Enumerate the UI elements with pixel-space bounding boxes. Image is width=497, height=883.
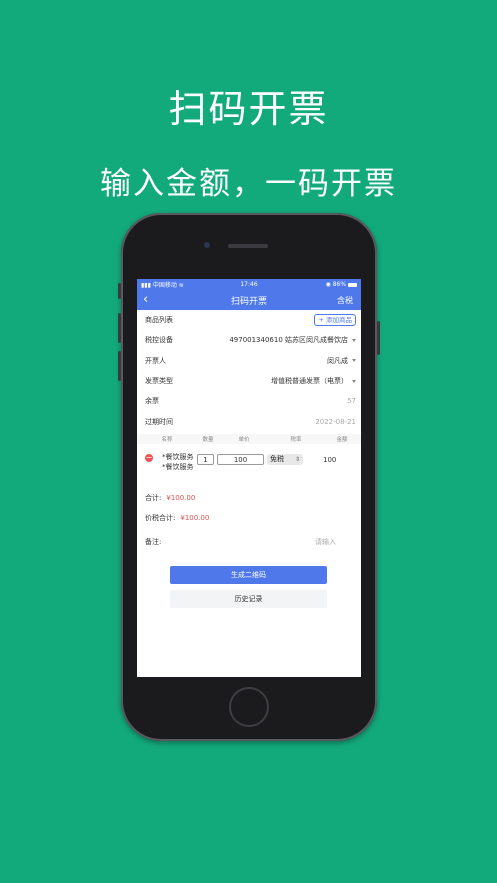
remark-label: 备注: xyxy=(145,537,162,546)
issuer-value: 闵凡成 xyxy=(327,356,348,365)
chevron-down-icon xyxy=(352,359,356,363)
promo-subtitle: 输入金额，一码开票 xyxy=(100,166,397,202)
item-amount: 100 xyxy=(323,455,337,464)
total-with-tax-label: 价税合计: xyxy=(145,513,176,522)
expiry-row: 过期时间 2022-08-21 xyxy=(137,411,361,431)
col-quantity: 数量 xyxy=(202,436,214,443)
quantity-input[interactable]: 1 xyxy=(197,453,214,465)
status-time: 17:46 xyxy=(240,281,258,288)
total-label: 合计: xyxy=(145,493,162,502)
issuer-label: 开票人 xyxy=(145,356,166,365)
remaining-row: 余票 57 xyxy=(137,391,361,411)
tax-rate-select[interactable]: 免税 ⇕ xyxy=(267,453,303,465)
invoice-type-row[interactable]: 发票类型 增值税普通发票（电票） xyxy=(137,371,361,391)
remaining-value: 57 xyxy=(347,397,356,406)
col-unit-price: 单价 xyxy=(238,436,250,443)
expiry-label: 过期时间 xyxy=(145,417,173,426)
chevron-down-icon xyxy=(352,379,356,383)
total-row: 合计: ¥100.00 xyxy=(137,488,361,508)
select-arrows-icon: ⇕ xyxy=(294,455,300,463)
device-row[interactable]: 税控设备 497001340610 姑苏区闵凡成餐饮店 xyxy=(137,330,361,350)
unit-price-input[interactable]: 100 xyxy=(217,453,264,465)
remark-row: 备注: 请输入 xyxy=(137,532,361,552)
promo-title: 扫码开票 xyxy=(168,87,329,131)
goods-list-row: 商品列表 + 添加商品 xyxy=(137,310,361,330)
history-button[interactable]: 历史记录 xyxy=(170,590,327,608)
col-name: 名称 xyxy=(161,436,173,443)
front-camera xyxy=(204,242,210,248)
table-row: − *餐饮服务*餐饮服务 1 100 免税 ⇕ 100 xyxy=(137,444,361,488)
back-icon[interactable]: ‹ xyxy=(143,292,148,307)
app-screen: ▮▮▮ 中国移动 ≋ 17:46 ◉ 86% ‹ 扫码开票 含税 商品列表 + … xyxy=(137,279,361,677)
item-name: *餐饮服务*餐饮服务 xyxy=(162,452,194,471)
device-value: 497001340610 姑苏区闵凡成餐饮店 xyxy=(229,336,348,345)
tax-rate-value: 免税 xyxy=(270,454,284,463)
home-button xyxy=(229,687,269,727)
volume-down-button xyxy=(118,351,121,381)
col-amount: 金额 xyxy=(336,436,348,443)
device-label: 税控设备 xyxy=(145,336,173,345)
total-with-tax-value: ¥100.00 xyxy=(180,513,210,522)
add-goods-button[interactable]: + 添加商品 xyxy=(314,314,356,327)
issuer-row[interactable]: 开票人 闵凡成 xyxy=(137,351,361,371)
remark-input[interactable]: 请输入 xyxy=(315,537,336,547)
nav-bar: ‹ 扫码开票 含税 xyxy=(137,290,361,310)
total-with-tax-row: 价税合计: ¥100.00 xyxy=(137,508,361,528)
invoice-type-label: 发票类型 xyxy=(145,377,173,386)
mute-switch xyxy=(118,283,121,299)
generate-qr-button[interactable]: 生成二维码 xyxy=(170,566,327,584)
invoice-type-value: 增值税普通发票（电票） xyxy=(271,377,348,386)
chevron-down-icon xyxy=(352,338,356,342)
remove-item-icon[interactable]: − xyxy=(145,453,153,462)
remaining-label: 余票 xyxy=(145,397,159,406)
earpiece-speaker xyxy=(228,244,268,248)
table-header: 名称 数量 单价 税率 金额 xyxy=(137,433,361,444)
expiry-value: 2022-08-21 xyxy=(315,417,356,426)
volume-up-button xyxy=(118,313,121,343)
page-title: 扫码开票 xyxy=(230,296,267,307)
col-tax-rate: 税率 xyxy=(290,436,302,443)
total-value: ¥100.00 xyxy=(166,493,196,502)
power-button xyxy=(377,321,380,355)
status-bar: ▮▮▮ 中国移动 ≋ 17:46 ◉ 86% xyxy=(137,279,361,290)
goods-list-label: 商品列表 xyxy=(145,316,173,325)
phone-frame: ▮▮▮ 中国移动 ≋ 17:46 ◉ 86% ‹ 扫码开票 含税 商品列表 + … xyxy=(118,213,380,741)
tax-included-toggle[interactable]: 含税 xyxy=(337,295,353,306)
